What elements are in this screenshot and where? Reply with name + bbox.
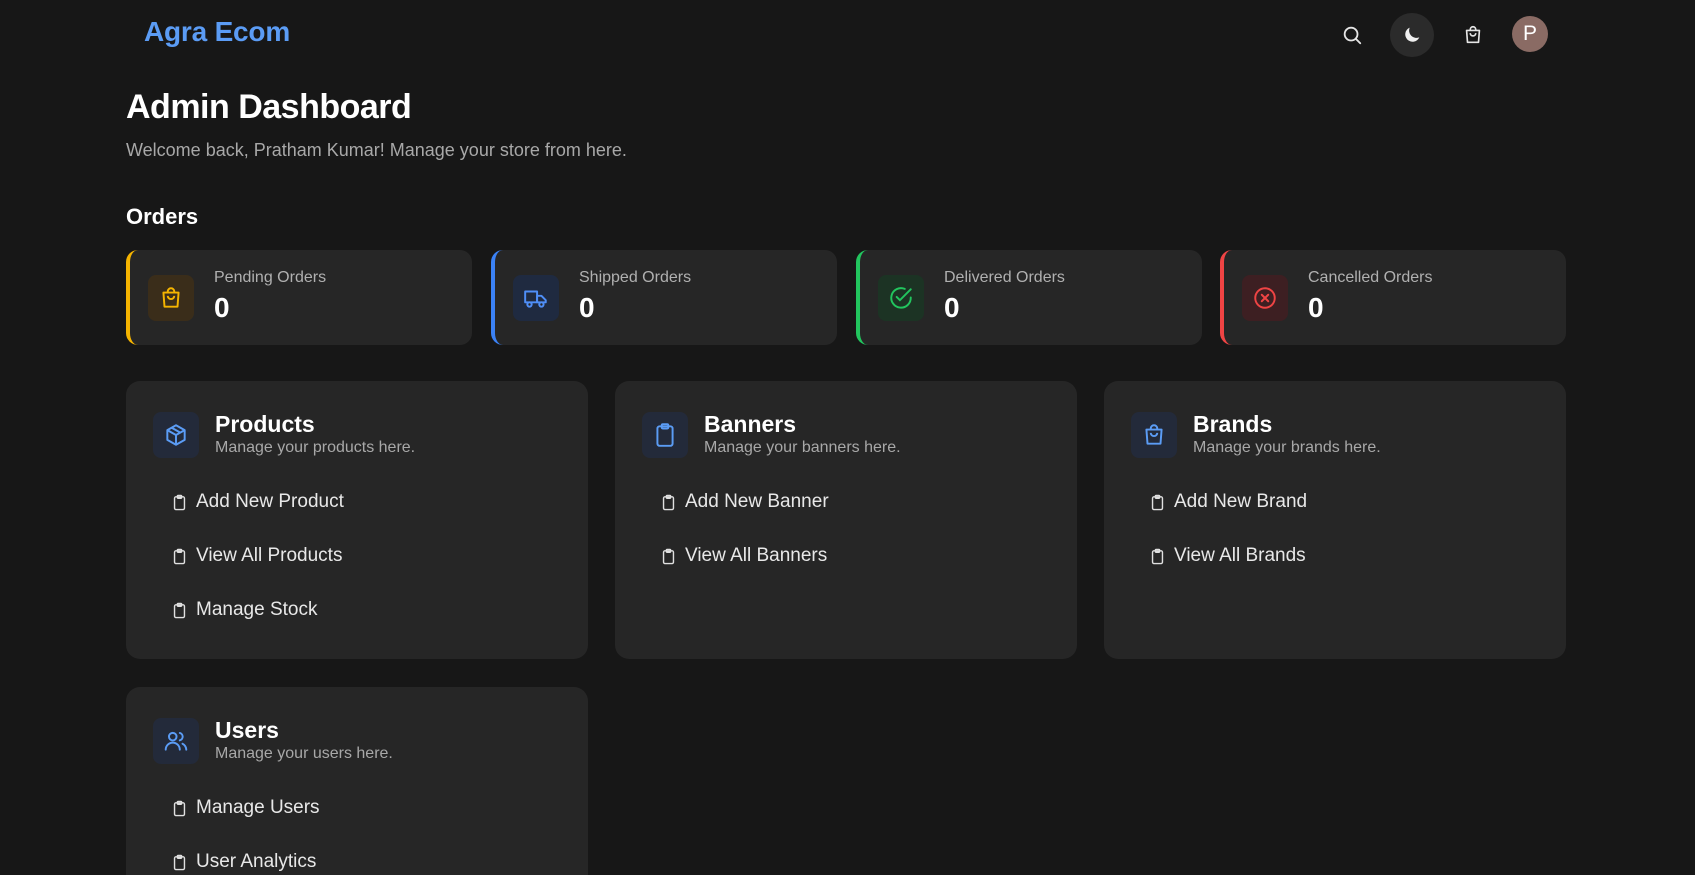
stat-label: Pending Orders (214, 269, 327, 286)
truck-icon (524, 290, 547, 308)
card-title: Banners (704, 411, 797, 437)
stat-icon-wrapper (513, 275, 559, 321)
stat-icon-wrapper (878, 275, 924, 321)
orders-section-title: Orders (126, 204, 199, 229)
clipboard-icon (173, 800, 186, 816)
link-label: Manage Stock (196, 599, 318, 620)
stat-card-pending-orders[interactable]: Pending Orders 0 (126, 250, 472, 345)
link-user-analytics[interactable]: User Analytics (171, 848, 316, 875)
page-title: Admin Dashboard (126, 88, 412, 126)
link-label: View All Banners (685, 545, 828, 566)
link-add-new-brand[interactable]: Add New Brand (1149, 488, 1307, 516)
stat-label: Cancelled Orders (1308, 269, 1433, 286)
card-title: Users (215, 717, 279, 743)
clipboard-icon (173, 602, 186, 618)
users-icon (164, 731, 188, 751)
clipboard-icon (173, 548, 186, 564)
moon-icon (1405, 27, 1420, 42)
shopping-bag-icon (1145, 424, 1163, 445)
search-button[interactable] (1330, 13, 1374, 57)
stat-value: 0 (1308, 292, 1324, 323)
link-view-all-brands[interactable]: View All Brands (1149, 542, 1306, 570)
banners-card: Banners Manage your banners here. Add Ne… (615, 381, 1077, 659)
shopping-bag-icon (1465, 25, 1481, 44)
brands-card: Brands Manage your brands here. Add New … (1104, 381, 1566, 659)
shopping-bag-icon (162, 287, 180, 308)
link-label: Add New Product (196, 491, 344, 512)
card-subtitle: Manage your products here. (215, 439, 416, 456)
search-icon (1343, 26, 1362, 45)
card-icon-wrapper (642, 412, 688, 458)
stat-card-cancelled-orders[interactable]: Cancelled Orders 0 (1220, 250, 1566, 345)
link-add-new-banner[interactable]: Add New Banner (660, 488, 829, 516)
clipboard-icon (173, 494, 186, 510)
link-label: View All Brands (1174, 545, 1306, 566)
stat-value: 0 (214, 292, 230, 323)
card-icon-wrapper (153, 718, 199, 764)
stat-card-shipped-orders[interactable]: Shipped Orders 0 (491, 250, 837, 345)
link-label: Add New Brand (1174, 491, 1308, 512)
stat-label: Shipped Orders (579, 269, 692, 286)
stat-value: 0 (579, 292, 595, 323)
clipboard-icon (662, 548, 675, 564)
stat-label: Delivered Orders (944, 269, 1065, 286)
clipboard-icon (662, 494, 675, 510)
cart-button[interactable] (1451, 13, 1495, 57)
clipboard-icon (1151, 548, 1164, 564)
stat-value: 0 (944, 292, 960, 323)
link-label: Manage Users (196, 797, 320, 818)
card-title: Products (215, 411, 315, 437)
link-label: Add New Banner (685, 491, 829, 512)
clipboard-icon (656, 423, 674, 447)
link-view-all-banners[interactable]: View All Banners (660, 542, 827, 570)
package-icon (166, 424, 186, 446)
link-add-new-product[interactable]: Add New Product (171, 488, 344, 516)
theme-toggle-button[interactable] (1390, 13, 1434, 57)
brand-logo-text[interactable]: Agra Ecom (144, 16, 290, 48)
users-card: Users Manage your users here. Manage Use… (126, 687, 588, 875)
card-subtitle: Manage your users here. (215, 745, 393, 762)
link-manage-stock[interactable]: Manage Stock (171, 596, 317, 624)
x-circle-icon (1254, 287, 1276, 309)
check-circle-icon (890, 287, 912, 309)
clipboard-icon (1151, 494, 1164, 510)
link-view-all-products[interactable]: View All Products (171, 542, 342, 570)
page-subtitle: Welcome back, Pratham Kumar! Manage your… (126, 140, 627, 160)
clipboard-icon (173, 854, 186, 870)
products-card: Products Manage your products here. Add … (126, 381, 588, 659)
card-icon-wrapper (153, 412, 199, 458)
stat-card-delivered-orders[interactable]: Delivered Orders 0 (856, 250, 1202, 345)
link-label: User Analytics (196, 851, 317, 872)
top-navbar: Agra Ecom P (0, 0, 1695, 70)
card-icon-wrapper (1131, 412, 1177, 458)
card-subtitle: Manage your banners here. (704, 439, 901, 456)
stat-icon-wrapper (148, 275, 194, 321)
link-manage-users[interactable]: Manage Users (171, 794, 320, 822)
card-subtitle: Manage your brands here. (1193, 439, 1381, 456)
stat-icon-wrapper (1242, 275, 1288, 321)
card-title: Brands (1193, 411, 1273, 437)
user-avatar[interactable]: P (1512, 16, 1548, 52)
link-label: View All Products (196, 545, 343, 566)
